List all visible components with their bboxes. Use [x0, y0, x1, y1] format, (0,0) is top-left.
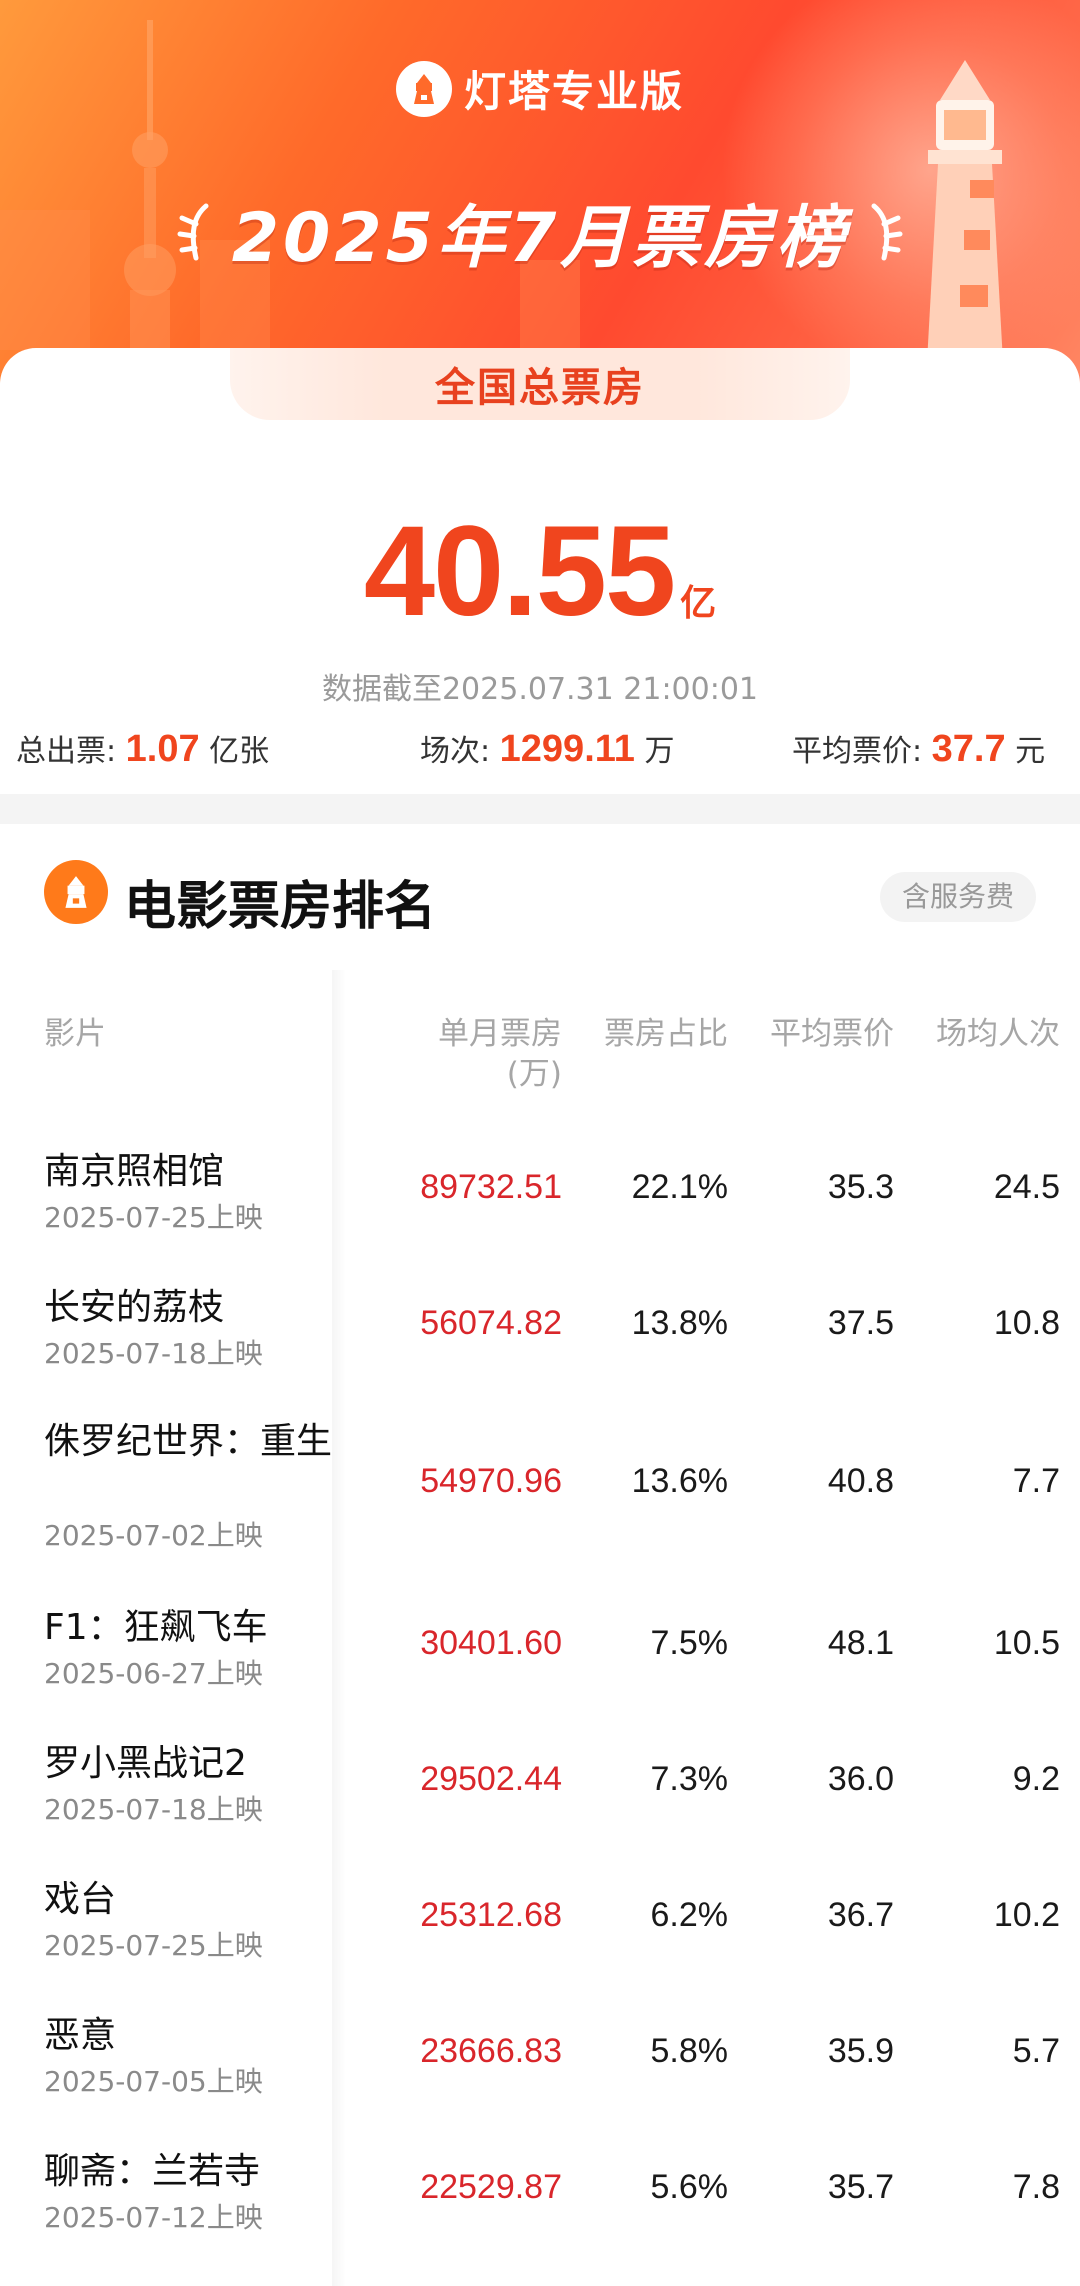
avg-attendance-value: 7.8 — [1012, 2168, 1060, 2206]
stat-shows-unit: 万 — [644, 734, 675, 769]
avg-price-value: 36.7 — [827, 1896, 894, 1934]
release-date: 2025-07-18上映 — [44, 1793, 263, 1826]
release-date: 2025-07-05上映 — [44, 2065, 263, 2098]
avg-price-value: 36.0 — [827, 1760, 894, 1798]
stat-avg-price: 平均票价: 37.7 元 — [792, 726, 1045, 771]
release-date: 2025-07-12上映 — [44, 2201, 263, 2234]
film-name: F1：狂飙飞车 — [44, 1607, 268, 1648]
stat-tickets-unit: 亿张 — [209, 734, 270, 769]
film-name: 南京照相馆 — [44, 1151, 225, 1192]
box-office-value: 54970.96 — [420, 1462, 562, 1500]
avg-attendance-value: 10.8 — [993, 1304, 1060, 1342]
header-avg-price[interactable]: 平均票价 — [770, 1014, 894, 1054]
header-box-office-unit: (万) — [506, 1056, 562, 1092]
header-film[interactable]: 影片 — [44, 1014, 106, 1054]
release-date: 2025-07-02上映 — [44, 1519, 263, 1552]
release-date: 2025-07-25上映 — [44, 1201, 263, 1234]
stat-avg-price-unit: 元 — [1015, 734, 1046, 769]
share-value: 5.8% — [650, 2032, 729, 2070]
box-office-value: 23666.83 — [420, 2032, 562, 2070]
header-box-office[interactable]: 单月票房 — [438, 1014, 562, 1054]
service-fee-toggle[interactable]: 含服务费 — [879, 872, 1036, 922]
header-avg-attendance[interactable]: 场均人次 — [936, 1014, 1060, 1054]
share-value: 13.8% — [631, 1304, 728, 1342]
box-office-value: 56074.82 — [420, 1304, 562, 1342]
stat-shows: 场次: 1299.11 万 — [420, 726, 674, 771]
avg-attendance-value: 10.2 — [993, 1896, 1060, 1934]
laurel-right-icon — [871, 203, 903, 260]
box-office-value: 22529.87 — [420, 2168, 562, 2206]
avg-attendance-value: 7.7 — [1012, 1462, 1060, 1500]
avg-price-value: 35.7 — [827, 2168, 894, 2206]
box-office-value: 30401.60 — [420, 1624, 562, 1662]
summary-stats: 总出票: 1.07 亿张 场次: 1299.11 万 平均票价: 37.7 元 — [0, 726, 1080, 776]
share-value: 7.3% — [650, 1760, 729, 1798]
banner-title-row: 2025年7月票房榜 — [0, 182, 1080, 281]
avg-price-value: 35.9 — [827, 2032, 894, 2070]
lighthouse-logo-icon — [44, 860, 108, 924]
stat-shows-label: 场次: — [420, 734, 491, 769]
data-timestamp: 数据截至2025.07.31 21:00:01 — [321, 672, 759, 707]
avg-price-value: 35.3 — [827, 1168, 894, 1206]
section-divider — [0, 794, 1080, 824]
avg-price-value: 37.5 — [827, 1304, 894, 1342]
film-name: 戏台 — [44, 1879, 117, 1920]
national-box-office-card: 全国总票房 40.55 亿 数据截至2025.07.31 21:00:01 总出票… — [0, 348, 1080, 788]
share-value: 6.2% — [650, 1896, 729, 1934]
film-name: 侏罗纪世界：重生 — [44, 1421, 333, 1462]
ranking-header: 电影票房排名 含服务费 — [0, 850, 1080, 940]
release-date: 2025-06-27上映 — [44, 1657, 263, 1690]
avg-attendance-value: 10.5 — [993, 1624, 1060, 1662]
avg-price-value: 48.1 — [827, 1624, 894, 1662]
stat-tickets: 总出票: 1.07 亿张 — [16, 726, 269, 771]
brand-name: 灯塔专业版 — [463, 67, 684, 116]
release-date: 2025-07-25上映 — [44, 1929, 263, 1962]
film-name: 聊斋：兰若寺 — [44, 2151, 261, 2192]
sticky-column-shadow — [332, 970, 346, 2286]
banner-title: 2025年7月票房榜 — [231, 199, 849, 278]
box-office-value: 25312.68 — [420, 1896, 562, 1934]
stat-tickets-label: 总出票: — [16, 734, 117, 769]
release-date: 2025-07-18上映 — [44, 1337, 263, 1370]
avg-price-value: 40.8 — [827, 1462, 894, 1500]
film-name: 罗小黑战记2 — [44, 1743, 247, 1784]
stat-avg-price-label: 平均票价: — [792, 734, 923, 769]
header-share[interactable]: 票房占比 — [604, 1014, 728, 1054]
lighthouse-logo-icon — [395, 60, 452, 117]
box-office-value: 89732.51 — [420, 1168, 562, 1206]
stat-avg-price-value: 37.7 — [931, 728, 1006, 770]
avg-attendance-value: 24.5 — [993, 1168, 1060, 1206]
avg-attendance-value: 9.2 — [1012, 1760, 1060, 1798]
box-office-value: 29502.44 — [420, 1760, 562, 1798]
card-tab: 全国总票房 — [230, 348, 850, 420]
share-value: 7.5% — [650, 1624, 729, 1662]
ranking-table: 影片 单月票房 (万) 票房占比 平均票价 场均人次 南京照相馆 2025-07… — [0, 970, 1080, 2286]
brand: 灯塔专业版 — [0, 58, 1080, 119]
share-value: 13.6% — [631, 1462, 728, 1500]
film-name: 长安的荔枝 — [44, 1287, 225, 1328]
ranking-title: 电影票房排名 — [124, 877, 437, 937]
page: 灯塔专业版 2025年7月票房榜 全国总票房 40.55 亿 数据截至2025.0… — [0, 0, 1080, 2286]
total-box-office-unit: 亿 — [680, 583, 717, 624]
avg-attendance-value: 5.7 — [1012, 2032, 1060, 2070]
share-value: 22.1% — [631, 1168, 728, 1206]
card-tab-label: 全国总票房 — [435, 365, 645, 411]
share-value: 5.6% — [650, 2168, 729, 2206]
stat-shows-value: 1299.11 — [499, 728, 635, 770]
stat-tickets-value: 1.07 — [125, 728, 200, 770]
film-name: 恶意 — [44, 2015, 117, 2056]
laurel-left-icon — [177, 203, 209, 260]
total-box-office-value: 40.55 — [363, 500, 676, 643]
total-box-office: 40.55 亿 — [0, 498, 1080, 645]
